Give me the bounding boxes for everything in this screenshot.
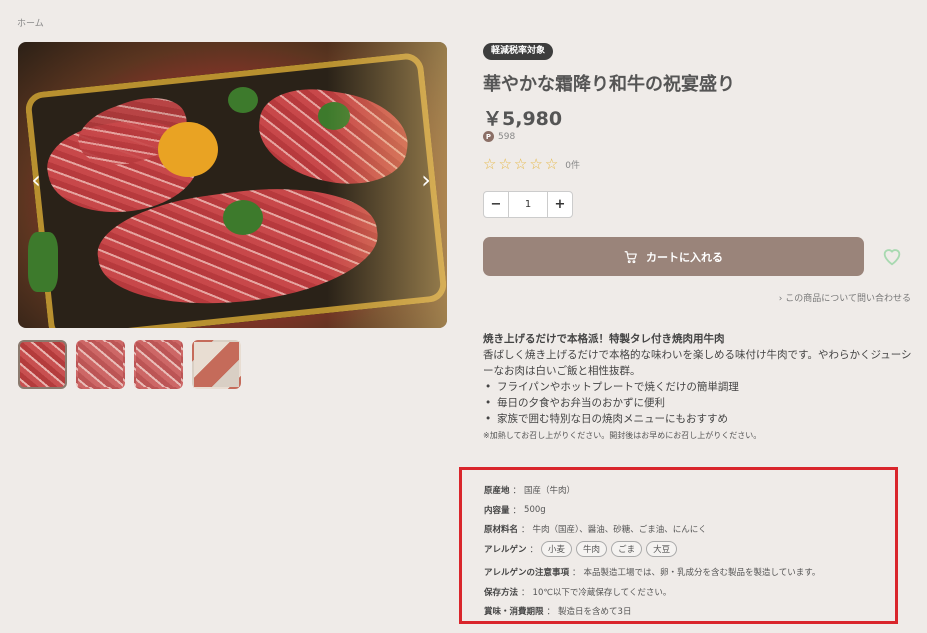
spec-storage: 保存方法 ： 10℃以下で冷蔵保存してください。 (484, 586, 671, 598)
points-value: 598 (498, 131, 516, 142)
spec-label: アレルゲンの注意事項 (484, 568, 570, 578)
cart-icon (624, 250, 637, 263)
points-icon: P (483, 131, 494, 142)
thumbnail-4[interactable] (192, 340, 241, 389)
spec-label: 原産地 (484, 486, 510, 496)
description-lead: 焼き上げるだけで本格派！特製タレ付き焼肉用牛肉 (483, 333, 725, 345)
spec-separator: ： (512, 506, 522, 516)
inquiry-link[interactable]: › この商品について問い合わせる (779, 291, 911, 304)
star-icon: ☆ (483, 155, 497, 173)
spec-separator: ： (512, 486, 522, 496)
quantity-minus-button[interactable]: − (484, 192, 508, 217)
allergen-chip: 大豆 (646, 541, 678, 557)
inquiry-label: この商品について問い合わせる (785, 294, 911, 304)
spec-ingredients: 原材料名 ： 牛肉（国産）、醤油、砂糖、ごま油、にんにく (484, 523, 707, 535)
spec-label: 賞味・消費期限 (484, 607, 544, 617)
add-to-cart-label: カートに入れる (646, 250, 723, 264)
points: P 598 (483, 131, 515, 142)
product-title: 華やかな霜降り和牛の祝宴盛り (483, 74, 735, 95)
description-body: 香ばしく焼き上げるだけで本格的な味わいを楽しめる味付け牛肉です。やわらかくジュー… (483, 349, 912, 377)
spec-label: アレルゲン (484, 545, 527, 555)
thumbnail-2[interactable] (76, 340, 125, 389)
product-main-image (18, 42, 447, 328)
quantity-plus-button[interactable]: + (548, 192, 572, 217)
allergen-chip: ごま (611, 541, 643, 557)
thumbnail-1[interactable] (18, 340, 67, 389)
spec-value: 500g (524, 505, 546, 515)
quantity-input[interactable]: 1 (508, 192, 548, 217)
spec-value: 牛肉（国産）、醤油、砂糖、ごま油、にんにく (532, 525, 707, 535)
gallery-prev-arrow[interactable]: ‹ (28, 165, 44, 195)
list-item: 家族で囲む特別な日の焼肉メニューにもおすすめ (483, 411, 913, 427)
list-item: フライパンやホットプレートで焼くだけの簡単調理 (483, 379, 913, 395)
star-icon: ☆ (544, 155, 559, 173)
description-bullets: フライパンやホットプレートで焼くだけの簡単調理 毎日の夕食やお弁当のおかずに便利… (483, 379, 913, 427)
favorite-heart-icon[interactable] (881, 245, 903, 267)
product-specs: 原産地 ： 国産（牛肉） 内容量 ： 500g 原材料名 ： 牛肉（国産）、醤油… (459, 467, 898, 624)
spec-allergens: アレルゲン ： 小麦 牛肉 ごま 大豆 (484, 541, 681, 557)
spec-expiry: 賞味・消費期限 ： 製造日を含めて3日 (484, 605, 631, 617)
product-price: ￥5,980 (483, 108, 563, 130)
breadcrumb[interactable]: ホーム (17, 16, 44, 29)
spec-value: 本品製造工場では、卵・乳成分を含む製品を製造しています。 (583, 568, 821, 578)
spec-separator: ： (529, 545, 539, 555)
spec-allergen-note: アレルゲンの注意事項 ： 本品製造工場では、卵・乳成分を含む製品を製造しています… (484, 566, 820, 578)
star-icon: ☆ (513, 155, 528, 173)
star-icon: ☆ (529, 155, 543, 173)
list-item: 毎日の夕食やお弁当のおかずに便利 (483, 395, 913, 411)
spec-separator: ： (572, 568, 581, 578)
description-note: ※加熱してお召し上がりください。開封後はお早めにお召し上がりください。 (483, 431, 762, 440)
thumbnail-strip (18, 340, 241, 389)
spec-value: 国産（牛肉） (524, 486, 576, 496)
product-description: 焼き上げるだけで本格派！特製タレ付き焼肉用牛肉 香ばしく焼き上げるだけで本格的な… (483, 331, 913, 444)
spec-separator: ： (521, 588, 530, 598)
allergen-chip: 牛肉 (576, 541, 608, 557)
spec-separator: ： (521, 525, 530, 535)
spec-origin: 原産地 ： 国産（牛肉） (484, 484, 575, 496)
spec-label: 保存方法 (484, 588, 519, 598)
spec-separator: ： (546, 607, 556, 617)
spec-volume: 内容量 ： 500g (484, 504, 546, 516)
thumbnail-3[interactable] (134, 340, 183, 389)
rating-count: 0件 (565, 161, 580, 171)
rating[interactable]: ☆ ☆ ☆ ☆ ☆ 0件 (483, 157, 580, 172)
gallery-next-arrow[interactable]: › (418, 165, 434, 195)
spec-label: 内容量 (484, 506, 510, 516)
quantity-stepper: − 1 + (483, 191, 573, 218)
star-icon: ☆ (498, 155, 512, 173)
spec-label: 原材料名 (484, 525, 519, 535)
tax-badge: 軽減税率対象 (483, 43, 554, 60)
add-to-cart-button[interactable]: カートに入れる (483, 237, 864, 276)
spec-value: 10℃以下で冷蔵保存してください。 (532, 588, 672, 598)
allergen-chip: 小麦 (541, 541, 573, 557)
spec-value: 製造日を含めて3日 (558, 607, 632, 617)
